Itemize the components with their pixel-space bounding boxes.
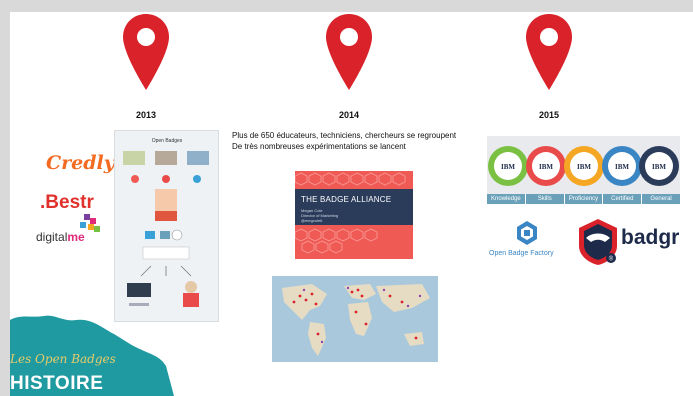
year-2013: 2013 <box>135 110 157 120</box>
badge-alliance-slide: THE BADGE ALLIANCE Megan Cole Director o… <box>295 171 413 259</box>
ibm-badges-banner: IBM IBM IBM IBM IBM <box>487 136 680 194</box>
ibm-badge-text: IBM <box>539 163 553 171</box>
badgr-logo: badgr <box>621 226 680 249</box>
digitalme-text-a: digital <box>36 230 68 244</box>
page-title: HISTOIRE <box>10 373 104 394</box>
intro-text: Plus de 650 éducateurs, techniciens, che… <box>232 130 456 152</box>
ibm-badge-text: IBM <box>577 163 591 171</box>
credly-logo: Credly <box>46 152 115 174</box>
open-badge-factory-logo: Open Badge Factory <box>489 250 554 257</box>
svg-text:®: ® <box>609 256 614 263</box>
world-map-image <box>272 276 438 362</box>
slide: 2013 2014 2015 Credly .Bestr digitalme O… <box>10 12 693 396</box>
world-map-icon <box>282 284 430 356</box>
infographic-image: Open Badges <box>123 138 209 307</box>
badgr-logo-icon: ® <box>579 219 617 265</box>
open-badge-factory-icon <box>517 221 537 245</box>
ibm-badge-text: IBM <box>615 163 629 171</box>
year-2014: 2014 <box>338 110 360 120</box>
location-pin-icon <box>326 14 372 90</box>
digitalme-text-b: me <box>67 230 85 244</box>
ibm-label: Knowledge <box>487 194 526 204</box>
bestr-logo: .Bestr <box>40 192 94 213</box>
location-pin-icon <box>123 14 169 90</box>
location-pin-icon <box>526 14 572 90</box>
ibm-badge-text: IBM <box>652 163 666 171</box>
intro-line-2: De très nombreuses expérimentations se l… <box>232 142 406 151</box>
intro-line-1: Plus de 650 éducateurs, techniciens, che… <box>232 131 457 140</box>
year-2015: 2015 <box>538 110 560 120</box>
ibm-label: Skills <box>526 194 565 204</box>
ibm-badges-icon: IBM IBM IBM IBM IBM <box>488 146 679 186</box>
subtitle: Les Open Badges <box>10 352 116 366</box>
ibm-label: Proficiency <box>565 194 604 204</box>
infographic-title: Open Badges <box>152 138 183 144</box>
ibm-badge-text: IBM <box>501 163 515 171</box>
ibm-label: General <box>650 196 672 202</box>
alliance-presenter-handle: @megcole6 <box>301 218 323 223</box>
open-badges-infographic: Open Badges <box>114 130 219 322</box>
alliance-title: THE BADGE ALLIANCE <box>301 195 392 204</box>
ibm-badge-labels: Knowledge Skills Proficiency Certified G… <box>487 194 680 204</box>
alliance-presenter: Megan Cole Director of Marketing @megcol… <box>301 208 338 223</box>
ibm-label: Certified <box>603 194 643 204</box>
digitalme-logo: digitalme <box>36 230 85 244</box>
